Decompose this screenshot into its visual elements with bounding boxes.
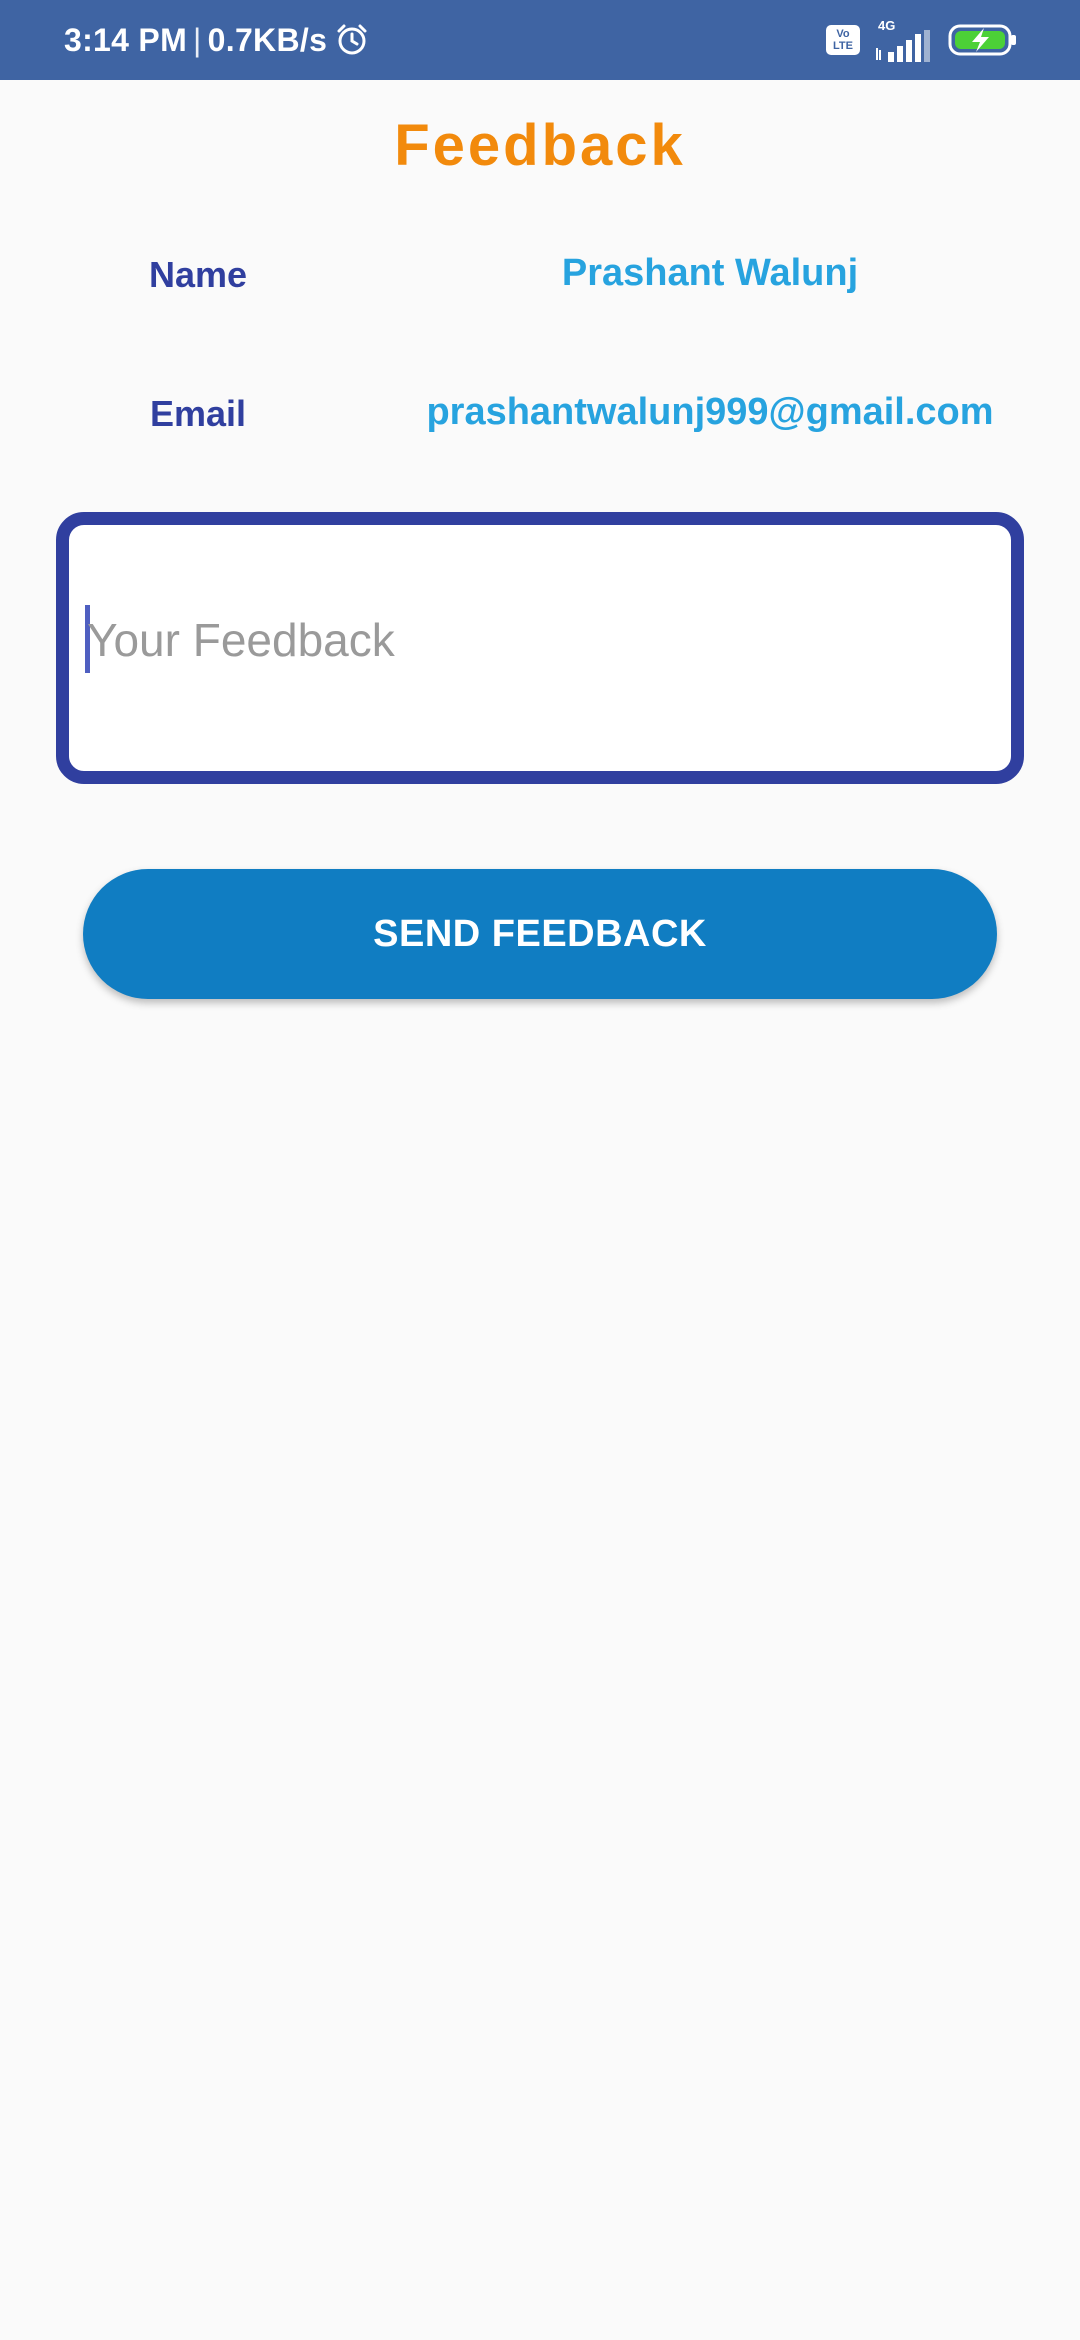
network-speed: 0.7KB/s [207, 21, 328, 58]
feedback-input[interactable] [83, 605, 987, 675]
status-separator: | [193, 21, 202, 58]
cell-signal-icon [876, 30, 930, 62]
email-row: Email prashantwalunj999@gmail.com [0, 383, 1080, 453]
send-feedback-button[interactable]: SEND FEEDBACK [83, 869, 997, 999]
status-time: 3:14 PM [64, 21, 188, 58]
status-left: 3:14 PM | 0.7KB/s [64, 0, 369, 80]
alarm-clock-icon [335, 23, 369, 57]
feedback-input-box[interactable] [56, 512, 1024, 784]
page-title: Feedback [394, 113, 686, 178]
volte-top-label: Vo [836, 28, 850, 40]
name-value: Prashant Walunj [561, 252, 859, 294]
status-right: Vo LTE 4G [826, 0, 1018, 80]
volte-bottom-label: LTE [833, 40, 853, 52]
volte-icon: Vo LTE [826, 25, 860, 55]
status-bar: 3:14 PM | 0.7KB/s Vo LTE 4G [0, 0, 1080, 80]
email-value: prashantwalunj999@gmail.com [426, 391, 994, 433]
name-row: Name Prashant Walunj [0, 244, 1080, 314]
signal-indicator: 4G [874, 18, 934, 62]
email-label: Email [149, 393, 247, 434]
name-label: Name [148, 254, 248, 295]
battery-charging-icon [948, 24, 1016, 56]
